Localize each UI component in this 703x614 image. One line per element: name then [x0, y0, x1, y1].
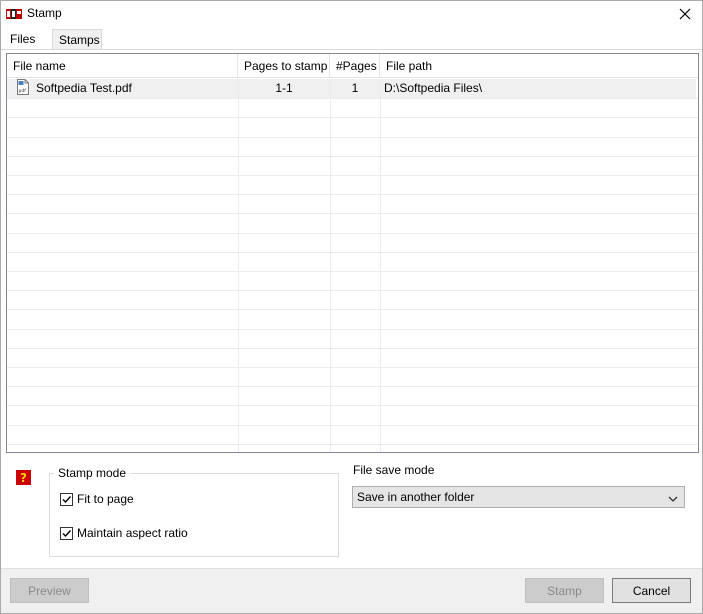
tab-stamps[interactable]: Stamps	[52, 29, 102, 50]
maintain-aspect-option[interactable]: Maintain aspect ratio	[60, 526, 188, 540]
grid-row-line	[7, 405, 698, 406]
grid-column-line	[238, 79, 239, 452]
table-body: pdf Softpedia Test.pdf 1-1 1 D:\Softpedi…	[7, 79, 698, 452]
stamp-mode-group: Stamp mode Fit to page Maintain aspect r…	[49, 466, 339, 557]
grid-column-line	[330, 79, 331, 452]
grid-row-line	[7, 252, 698, 253]
help-icon[interactable]: ?	[16, 470, 31, 485]
grid-row-line	[7, 117, 698, 118]
stamp-mode-legend: Stamp mode	[54, 466, 131, 480]
table-header: File name Pages to stamp #Pages File pat…	[7, 54, 698, 78]
close-icon	[679, 8, 691, 20]
files-tab-panel: File name Pages to stamp #Pages File pat…	[1, 50, 702, 568]
checkmark-icon	[62, 529, 72, 537]
fit-to-page-option[interactable]: Fit to page	[60, 492, 134, 506]
file-save-mode-label: File save mode	[353, 463, 435, 477]
grid-row-line	[7, 309, 698, 310]
title-bar: Stamp	[1, 1, 702, 27]
grid-row-line	[7, 233, 698, 234]
column-header-file-name[interactable]: File name	[7, 54, 238, 78]
grid-row-line	[7, 137, 698, 138]
dialog-footer: Preview Stamp Cancel	[1, 568, 702, 613]
stamp-window: Stamp Files Stamps File name Pages to st…	[0, 0, 703, 614]
grid-row-line	[7, 290, 698, 291]
grid-row-line	[7, 194, 698, 195]
grid-row-line	[7, 271, 698, 272]
window-title: Stamp	[27, 6, 62, 20]
cell-file-path: D:\Softpedia Files\	[384, 81, 483, 95]
grid-row-line	[7, 213, 698, 214]
column-header-num-pages[interactable]: #Pages	[330, 54, 380, 78]
cell-pages-to-stamp: 1-1	[275, 81, 293, 95]
files-table[interactable]: File name Pages to stamp #Pages File pat…	[6, 53, 699, 453]
svg-text:pdf: pdf	[19, 88, 27, 94]
fit-to-page-checkbox[interactable]	[60, 492, 73, 506]
close-button[interactable]	[668, 1, 702, 27]
cell-file-name: Softpedia Test.pdf	[36, 81, 132, 95]
grid-row-line	[7, 156, 698, 157]
pdf-file-icon: pdf	[17, 79, 29, 95]
grid-row-line	[7, 175, 698, 176]
grid-row-line	[7, 98, 698, 99]
tab-strip: Files Stamps	[1, 27, 702, 50]
grid-row-line	[7, 367, 698, 368]
preview-button[interactable]: Preview	[10, 578, 89, 603]
checkmark-icon	[62, 495, 72, 503]
fit-to-page-label: Fit to page	[77, 492, 134, 506]
column-header-file-path[interactable]: File path	[380, 54, 698, 78]
maintain-aspect-label: Maintain aspect ratio	[77, 526, 188, 540]
svg-text:?: ?	[20, 471, 27, 485]
cancel-button[interactable]: Cancel	[612, 578, 691, 603]
cell-num-pages: 1	[351, 81, 359, 95]
maintain-aspect-checkbox[interactable]	[60, 526, 73, 540]
tab-files[interactable]: Files	[3, 27, 51, 50]
grid-row-line	[7, 444, 698, 445]
stamp-button[interactable]: Stamp	[525, 578, 604, 603]
app-icon	[6, 8, 22, 20]
file-save-mode-select[interactable]: Save in another folder	[352, 486, 685, 508]
grid-row-line	[7, 425, 698, 426]
table-row[interactable]: pdf Softpedia Test.pdf 1-1 1 D:\Softpedi…	[7, 79, 696, 98]
column-header-pages-to-stamp[interactable]: Pages to stamp	[238, 54, 330, 78]
grid-column-line	[380, 79, 381, 452]
grid-row-line	[7, 348, 698, 349]
grid-row-line	[7, 329, 698, 330]
chevron-down-icon	[668, 492, 678, 506]
grid-row-line	[7, 386, 698, 387]
file-save-mode-value: Save in another folder	[357, 490, 475, 504]
